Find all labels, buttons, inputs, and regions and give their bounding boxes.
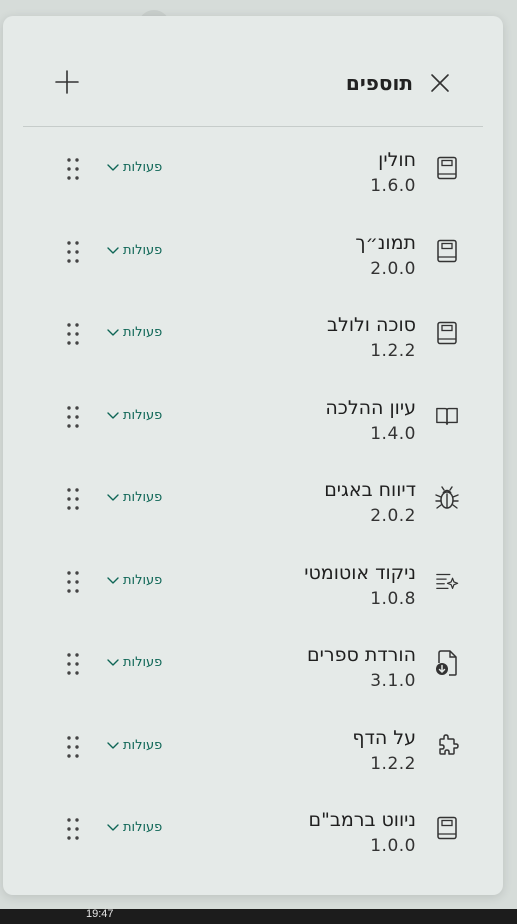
- book-icon: [435, 237, 459, 265]
- drag-handle[interactable]: [65, 240, 81, 264]
- addon-name: הורדת ספרים: [307, 644, 416, 666]
- actions-label: פעולות: [123, 820, 163, 835]
- drag-handle[interactable]: [65, 322, 81, 346]
- book-icon: [435, 814, 459, 842]
- close-icon: [431, 74, 449, 92]
- addon-row: תמונ״ך 2.0.0 פעולות: [3, 211, 503, 293]
- addon-actions-dropdown[interactable]: פעולות: [107, 738, 162, 754]
- drag-handle-icon: [67, 405, 79, 428]
- actions-label: פעולות: [123, 160, 163, 175]
- header-divider: [23, 126, 483, 127]
- chevron-down-icon: [107, 659, 119, 666]
- text-sparkle-icon: [435, 567, 459, 595]
- chevron-down-icon: [107, 164, 119, 171]
- actions-label: פעולות: [123, 572, 163, 588]
- open-book-icon: [435, 402, 459, 430]
- addon-actions-dropdown[interactable]: פעולות: [107, 408, 162, 424]
- drag-handle-icon: [67, 570, 79, 593]
- panel-title: תוספים: [345, 71, 413, 95]
- book-icon: [435, 319, 459, 347]
- drag-handle[interactable]: [65, 570, 81, 594]
- addon-name: ניווט ברמב"ם: [308, 809, 416, 831]
- actions-label: פעולות: [123, 242, 163, 258]
- drag-handle[interactable]: [65, 652, 81, 676]
- actions-label: פעולות: [123, 407, 163, 423]
- addon-row: על הדף 1.2.2 פעולות: [3, 706, 503, 788]
- addons-panel: תוספים חולין 1.6.0 פעולות תמונ״ך 2.0.0 פעולות…: [3, 16, 503, 895]
- actions-label: פעולות: [123, 655, 163, 670]
- drag-handle-icon: [67, 488, 79, 510]
- addon-row: עיון ההלכה 1.4.0 פעולות: [3, 376, 503, 458]
- drag-handle[interactable]: [65, 735, 81, 759]
- addon-version: 1.4.0: [370, 423, 416, 444]
- addon-row: חולין 1.6.0 פעולות: [3, 128, 503, 210]
- addon-row: הורדת ספרים 3.1.0 פעולות: [3, 623, 503, 705]
- addon-actions-dropdown[interactable]: פעולות: [107, 490, 162, 506]
- drag-handle-icon: [67, 240, 79, 263]
- taskbar: 19:47: [0, 908, 517, 924]
- addon-name: ניקוד אוטומטי: [304, 561, 416, 584]
- drag-handle[interactable]: [65, 487, 81, 511]
- chevron-down-icon: [107, 494, 119, 501]
- puzzle-icon: [435, 732, 459, 760]
- panel-header: תוספים: [3, 16, 503, 127]
- actions-label: פעולות: [123, 325, 163, 340]
- book-icon: [435, 154, 459, 182]
- addon-version: 1.2.2: [370, 753, 416, 774]
- addon-name: סוכה ולולב: [327, 314, 416, 336]
- drag-handle-icon: [67, 653, 79, 675]
- chevron-down-icon: [107, 576, 119, 584]
- addon-name: חולין: [378, 149, 416, 171]
- addon-actions-dropdown[interactable]: פעולות: [107, 573, 162, 589]
- addon-version: 1.0.0: [370, 836, 416, 856]
- chevron-down-icon: [107, 824, 119, 831]
- addon-version: 1.0.8: [370, 588, 416, 609]
- actions-label: פעולות: [123, 737, 163, 753]
- addon-name: עיון ההלכה: [325, 396, 416, 419]
- drag-handle[interactable]: [65, 157, 81, 181]
- addon-version: 2.0.0: [370, 258, 416, 279]
- addon-version: 2.0.2: [370, 506, 416, 526]
- chevron-down-icon: [107, 329, 119, 336]
- addon-name: דיווח באגים: [324, 479, 416, 501]
- plus-icon: [55, 70, 79, 94]
- drag-handle-icon: [67, 735, 79, 758]
- drag-handle-icon: [67, 158, 79, 180]
- document-download-icon: [435, 649, 459, 677]
- addon-row: סוכה ולולב 1.2.2 פעולות: [3, 293, 503, 375]
- taskbar-clock: 19:47: [86, 908, 114, 920]
- chevron-down-icon: [107, 741, 119, 749]
- addon-actions-dropdown[interactable]: פעולות: [107, 325, 162, 341]
- bug-icon: [435, 484, 459, 512]
- addon-row: ניקוד אוטומטי 1.0.8 פעולות: [3, 541, 503, 623]
- addon-row: ניווט ברמב"ם 1.0.0 פעולות: [3, 788, 503, 870]
- addon-version: 3.1.0: [370, 671, 416, 691]
- addon-row: דיווח באגים 2.0.2 פעולות: [3, 458, 503, 540]
- drag-handle-icon: [67, 323, 79, 345]
- drag-handle-icon: [67, 818, 79, 840]
- addon-name: על הדף: [352, 726, 416, 749]
- addon-name: תמונ״ך: [355, 231, 416, 254]
- addon-actions-dropdown[interactable]: פעולות: [107, 820, 162, 836]
- add-addon-button[interactable]: [53, 68, 81, 96]
- addon-actions-dropdown[interactable]: פעולות: [107, 160, 162, 176]
- addon-actions-dropdown[interactable]: פעולות: [107, 243, 162, 259]
- addon-actions-dropdown[interactable]: פעולות: [107, 655, 162, 671]
- chevron-down-icon: [107, 246, 119, 254]
- drag-handle[interactable]: [65, 817, 81, 841]
- close-button[interactable]: [427, 70, 453, 96]
- actions-label: פעולות: [123, 490, 163, 505]
- addon-version: 1.6.0: [370, 176, 416, 196]
- chevron-down-icon: [107, 411, 119, 419]
- drag-handle[interactable]: [65, 405, 81, 429]
- addon-version: 1.2.2: [370, 341, 416, 361]
